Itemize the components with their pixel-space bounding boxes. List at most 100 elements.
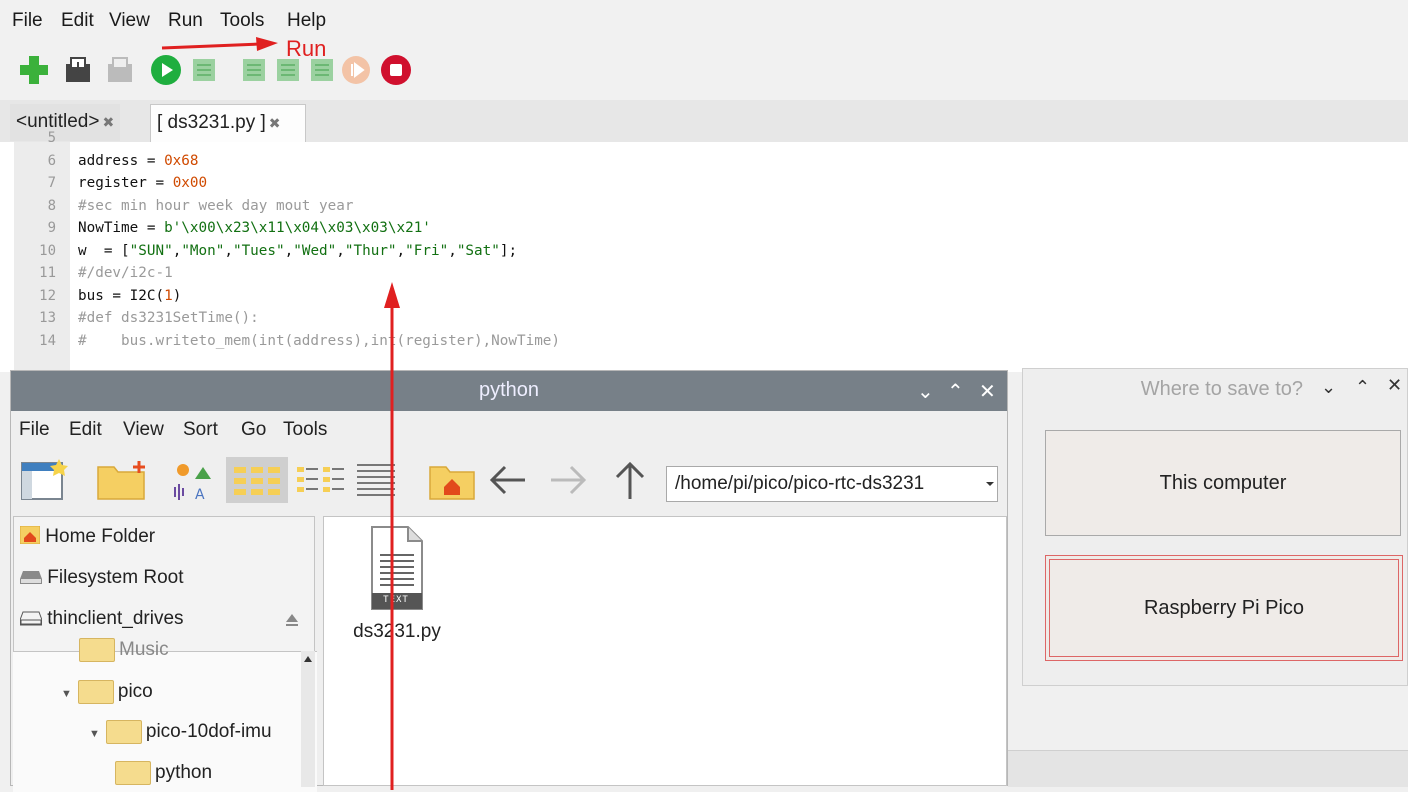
maximize-icon[interactable]: ⌃ — [1355, 377, 1370, 398]
tree-item-python[interactable]: python — [115, 761, 212, 785]
tree-item-music[interactable]: Music — [79, 638, 169, 662]
fm-menu-go[interactable]: Go — [241, 419, 266, 441]
code-line[interactable]: w = ["SUN","Mon","Tues","Wed","Thur","Fr… — [78, 243, 517, 259]
fm-menu-edit[interactable]: Edit — [69, 419, 102, 441]
close-icon[interactable]: ✖ — [269, 115, 281, 131]
fm-menu-view[interactable]: View — [123, 419, 164, 441]
code-token: 1 — [164, 287, 173, 304]
place-thinclient-drives[interactable]: thinclient_drives — [19, 608, 184, 630]
run-annotation-label: Run — [286, 36, 327, 61]
editor-tabbar: <untitled> ✖ [ ds3231.py ] ✖ — [0, 100, 1408, 143]
minimize-icon[interactable]: ⌄ — [1321, 377, 1336, 398]
code-token: "Fri" — [405, 242, 449, 259]
file-list-pane[interactable]: TEXT ds3231.py — [323, 516, 1007, 786]
code-token: , — [284, 242, 294, 259]
place-label: Home Folder — [45, 526, 156, 547]
code-line[interactable]: #sec min hour week day mout year — [78, 198, 353, 214]
close-icon[interactable]: ✕ — [979, 379, 996, 403]
new-file-icon[interactable] — [18, 54, 50, 86]
filter-icon[interactable]: A — [171, 457, 221, 503]
code-line[interactable]: register = 0x00 — [78, 175, 207, 191]
code-line[interactable]: address = 0x68 — [78, 153, 199, 169]
folder-icon — [105, 720, 142, 744]
fm-menu-sort[interactable]: Sort — [183, 419, 218, 441]
window-title: python — [478, 379, 540, 401]
fm-menu-file[interactable]: File — [19, 419, 50, 441]
dialog-title: Where to save to? — [1140, 378, 1303, 400]
list-view-icon[interactable] — [293, 457, 351, 503]
code-token: register = — [78, 175, 173, 191]
tree-label: pico — [117, 681, 153, 703]
menu-run[interactable]: Run — [168, 10, 203, 32]
code-line[interactable]: #/dev/i2c-1 — [78, 265, 173, 281]
code-line[interactable]: bus = I2C(1) — [78, 288, 181, 304]
place-filesystem-root[interactable]: Filesystem Root — [20, 567, 183, 589]
tab-ds3231[interactable]: [ ds3231.py ] ✖ — [150, 104, 306, 142]
code-token: w = [ — [78, 242, 130, 259]
file-manager-window: python ⌄ ⌃ ✕ File Edit View Sort Go Tool… — [10, 370, 1008, 792]
drive-icon — [20, 571, 42, 584]
home-folder-icon[interactable] — [427, 457, 477, 503]
save-icon[interactable] — [104, 54, 136, 86]
forward-arrow-icon[interactable] — [547, 457, 589, 503]
code-token: #sec min hour week day mout year — [78, 197, 354, 214]
up-arrow-icon[interactable] — [609, 457, 651, 503]
tree-item-pico-10dof-imu[interactable]: ▼ pico-10dof-imu — [89, 720, 272, 744]
folder-icon — [79, 638, 115, 662]
back-arrow-icon[interactable] — [487, 457, 529, 503]
raspberry-pi-pico-button[interactable]: Raspberry Pi Pico — [1045, 555, 1403, 661]
code-token: "Thur" — [344, 242, 397, 259]
resume-icon[interactable] — [340, 54, 372, 86]
icon-view-icon[interactable] — [226, 457, 288, 503]
menu-help[interactable]: Help — [287, 10, 326, 32]
line-number: 14 — [39, 332, 56, 349]
tree-scrollbar[interactable] — [301, 651, 315, 787]
scroll-up-icon[interactable] — [303, 655, 313, 663]
code-token: "SUN" — [129, 242, 173, 259]
line-number: 6 — [47, 152, 56, 169]
folder-icon — [115, 761, 151, 785]
code-token: ) — [172, 287, 182, 304]
path-dropdown-icon[interactable] — [985, 479, 995, 489]
open-file-icon[interactable] — [62, 54, 94, 86]
close-icon[interactable]: ✕ — [1387, 375, 1402, 396]
save-location-dialog: Where to save to? ⌄ ⌃ ✕ This computer Ra… — [1022, 368, 1408, 686]
code-line[interactable]: NowTime = b'\x00\x23\x11\x04\x03\x03\x21… — [78, 220, 431, 236]
minimize-icon[interactable]: ⌄ — [917, 379, 934, 403]
new-folder-icon[interactable] — [95, 457, 149, 503]
code-token: "Tues" — [232, 242, 285, 259]
drive-icon — [19, 611, 43, 626]
code-token: "Sat" — [456, 242, 500, 259]
line-number: 11 — [39, 265, 56, 281]
place-label: Filesystem Root — [47, 567, 184, 588]
expand-icon[interactable]: ▼ — [89, 728, 100, 740]
file-manager-titlebar[interactable]: python ⌄ ⌃ ✕ — [11, 371, 1007, 411]
new-window-icon[interactable] — [19, 457, 69, 503]
tree-label: pico-10dof-imu — [145, 721, 272, 743]
code-token: ]; — [499, 242, 518, 259]
place-home-folder[interactable]: Home Folder — [19, 525, 156, 548]
eject-icon[interactable] — [284, 612, 300, 628]
tree-item-pico[interactable]: ▼ pico — [61, 680, 153, 704]
menu-edit[interactable]: Edit — [61, 10, 94, 32]
expand-icon[interactable]: ▼ — [61, 688, 72, 700]
close-icon[interactable]: ✖ — [102, 114, 114, 130]
menu-file[interactable]: File — [12, 10, 43, 32]
code-line[interactable]: #def ds3231SetTime(): — [78, 310, 259, 326]
menu-view[interactable]: View — [109, 10, 150, 32]
tree-label: Music — [119, 639, 169, 661]
code-line[interactable]: # bus.writeto_mem(int(address),int(regis… — [78, 333, 560, 349]
line-number: 5 — [47, 130, 56, 146]
code-token: b'\x00\x23\x11\x04\x03\x03\x21' — [164, 220, 431, 236]
line-number: 8 — [47, 197, 56, 214]
stop-icon[interactable] — [380, 54, 412, 86]
home-icon — [19, 525, 41, 545]
code-token: , — [448, 242, 457, 259]
path-input[interactable]: /home/pi/pico/pico-rtc-ds3231 — [666, 466, 998, 502]
line-number: 12 — [39, 287, 56, 304]
fm-menu-tools[interactable]: Tools — [283, 419, 327, 441]
this-computer-button[interactable]: This computer — [1045, 430, 1401, 536]
code-token: , — [224, 242, 233, 259]
maximize-icon[interactable]: ⌃ — [947, 379, 964, 403]
menu-tools[interactable]: Tools — [220, 10, 264, 32]
